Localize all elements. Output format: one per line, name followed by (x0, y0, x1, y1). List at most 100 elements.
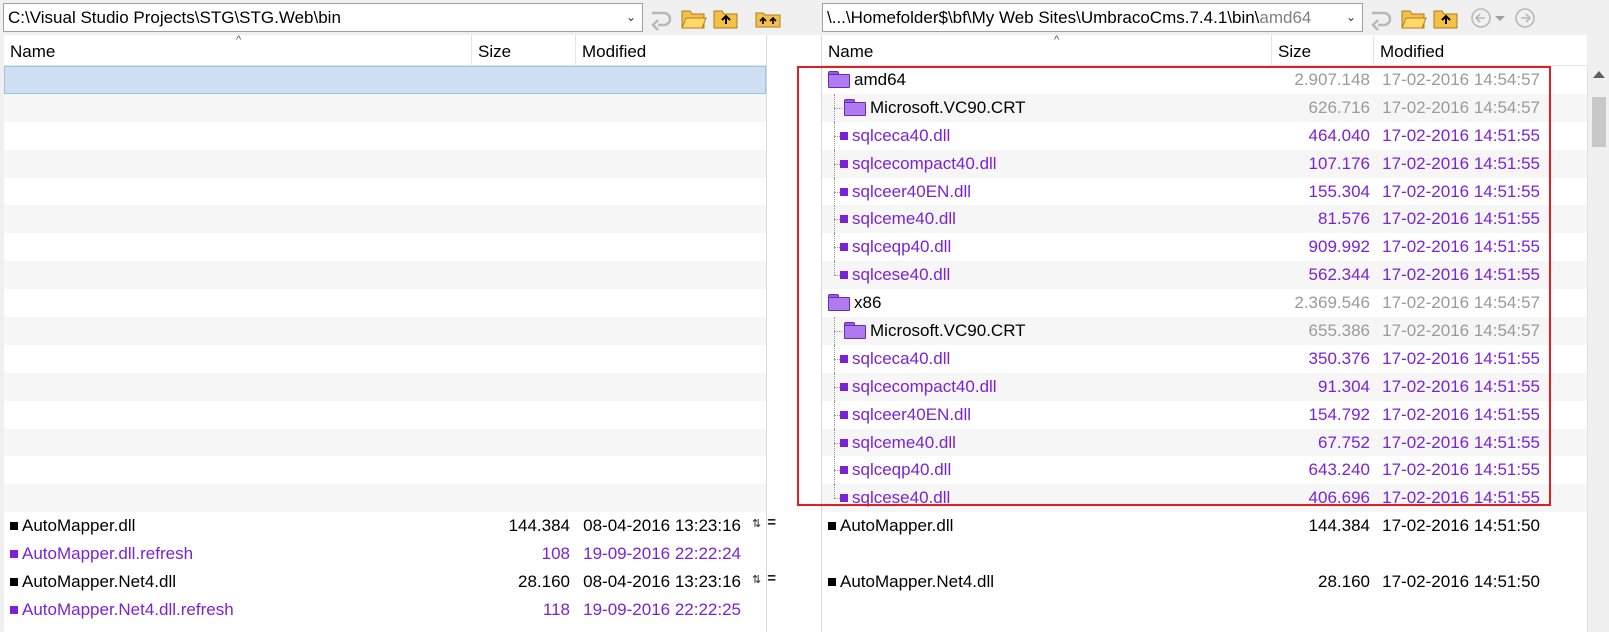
empty-row[interactable] (4, 345, 766, 373)
file-name: sqlceca40.dll (840, 345, 950, 373)
right-col-name[interactable]: Name (822, 35, 1272, 66)
equal-icon: ⇅ = (752, 570, 776, 588)
file-size: 107.176 (1308, 153, 1370, 173)
tree-row[interactable]: sqlceca40.dll 350.376 17-02-2016 14:51:55 (822, 344, 1587, 373)
empty-row[interactable] (4, 372, 766, 401)
tree-row[interactable]: sqlceer40EN.dll 154.792 17-02-2016 14:51:5… (822, 400, 1587, 429)
empty-row[interactable] (4, 484, 766, 513)
file-size: 655.386 (1308, 321, 1370, 341)
empty-row[interactable] (4, 93, 766, 122)
file-size: 154.792 (1308, 404, 1370, 424)
table-row[interactable]: AutoMapper.Net4.dll.refresh 118 19-09-2016… (4, 596, 766, 624)
scroll-thumb[interactable] (1592, 97, 1606, 147)
empty-row[interactable] (4, 317, 766, 345)
empty-row[interactable] (4, 122, 766, 150)
tree-row[interactable]: sqlceme40.dll 67.752 17-02-2016 14:51:55 (822, 428, 1587, 457)
file-name-text: AutoMapper.Net4.dll (22, 572, 177, 592)
tree-row[interactable]: sqlcese40.dll 562.344 17-02-2016 14:51:55 (822, 261, 1587, 290)
file-icon (828, 522, 836, 531)
file-modified: 17-02-2016 14:54:57 (1382, 293, 1540, 313)
left-path-input[interactable]: C:\Visual Studio Projects\STG\STG.Web\bi… (3, 3, 643, 32)
tree-row[interactable]: sqlceqp40.dll 909.992 17-02-2016 14:51:55 (822, 233, 1587, 262)
file-size: 464.040 (1308, 125, 1370, 145)
tree-row[interactable]: amd64 2.907.148 17-02-2016 14:54:57 (822, 66, 1587, 94)
empty-row[interactable] (4, 261, 766, 290)
folder-icon (828, 294, 850, 312)
file-modified: 17-02-2016 14:51:50 (1382, 572, 1540, 592)
selected-empty-row[interactable] (4, 66, 766, 94)
sort-ascending-icon: ^ (236, 35, 242, 46)
right-col-size[interactable]: Size (1272, 35, 1374, 66)
left-col-modified[interactable]: Modified (576, 35, 766, 66)
left-toolbar: C:\Visual Studio Projects\STG\STG.Web\bi… (0, 0, 818, 35)
table-row[interactable] (822, 540, 1587, 568)
tree-row[interactable]: sqlcecompact40.dll 91.304 17-02-2016 14:51… (822, 372, 1587, 401)
file-modified: 17-02-2016 14:51:55 (1382, 460, 1540, 480)
forward-icon[interactable] (1512, 5, 1540, 31)
table-row[interactable]: AutoMapper.dll 144.384 17-02-2016 14:51:50 (822, 512, 1587, 540)
tree-row[interactable]: x86 2.369.546 17-02-2016 14:54:57 (822, 289, 1587, 317)
tree-row[interactable]: Microsoft.VC90.CRT 626.716 17-02-2016 14:5… (822, 93, 1587, 122)
table-row[interactable]: AutoMapper.dll 144.384 08-04-2016 13:23:16 (4, 512, 766, 540)
parent-folder-icon[interactable] (1432, 5, 1460, 31)
tree-row[interactable]: Microsoft.VC90.CRT 655.386 17-02-2016 14:5… (822, 317, 1587, 346)
empty-row[interactable] (4, 428, 766, 457)
empty-row[interactable] (4, 205, 766, 234)
right-path-text: \...\Homefolder$\bf\My Web Sites\Umbraco… (827, 8, 1260, 27)
right-file-pane[interactable]: Name ^ Size Modified amd64 2.907.148 17-02… (822, 35, 1587, 632)
dropdown-icon[interactable] (1492, 5, 1508, 31)
file-name: AutoMapper.Net4.dll.refresh (10, 596, 234, 624)
file-size: 406.696 (1308, 488, 1370, 508)
empty-row[interactable] (4, 401, 766, 429)
tree-row[interactable]: sqlceca40.dll 464.040 17-02-2016 14:51:55 (822, 121, 1587, 150)
file-name: sqlceqp40.dll (840, 456, 951, 484)
file-name-text: sqlceca40.dll (852, 348, 951, 368)
tree-row[interactable]: sqlceme40.dll 81.576 17-02-2016 14:51:55 (822, 205, 1587, 234)
table-row[interactable]: AutoMapper.Net4.dll 28.160 08-04-2016 13:2… (4, 568, 766, 596)
left-path-dropdown-icon[interactable]: ⌄ (622, 4, 640, 31)
left-file-pane[interactable]: Name ^ Size Modified AutoMapper.dll 144.3… (4, 35, 766, 632)
right-col-modified[interactable]: Modified (1374, 35, 1587, 66)
tree-row[interactable]: sqlceqp40.dll 643.240 17-02-2016 14:51:55 (822, 456, 1587, 485)
scroll-up-icon[interactable] (1593, 71, 1605, 78)
sync-arrow-icon[interactable] (1368, 5, 1396, 31)
file-name-text: AutoMapper.dll.refresh (22, 544, 194, 564)
file-modified: 17-02-2016 14:51:50 (1382, 516, 1540, 536)
empty-row[interactable] (4, 289, 766, 317)
file-modified: 17-02-2016 14:51:55 (1382, 181, 1540, 201)
file-size: 909.992 (1308, 237, 1370, 257)
file-name: Microsoft.VC90.CRT (844, 94, 1026, 122)
open-folder-icon[interactable] (680, 5, 708, 31)
table-row[interactable] (822, 596, 1587, 624)
swap-folders-icon[interactable] (754, 5, 782, 31)
table-row[interactable]: AutoMapper.dll.refresh 108 19-09-2016 22:2… (4, 540, 766, 568)
file-modified: 17-02-2016 14:54:57 (1382, 97, 1540, 117)
open-folder-icon[interactable] (1400, 5, 1428, 31)
tree-row[interactable]: sqlceer40EN.dll 155.304 17-02-2016 14:51:5… (822, 177, 1587, 206)
empty-row[interactable] (4, 149, 766, 178)
sync-arrow-icon[interactable] (648, 5, 676, 31)
right-path-current-folder: amd64 (1259, 8, 1312, 27)
file-modified: 08-04-2016 13:23:16 (583, 516, 741, 536)
file-size: 643.240 (1308, 460, 1370, 480)
right-path-input[interactable]: \...\Homefolder$\bf\My Web Sites\Umbraco… (822, 3, 1363, 32)
file-size: 108 (541, 544, 570, 564)
file-size: 67.752 (1318, 432, 1370, 452)
file-name-text: sqlceqp40.dll (852, 237, 952, 257)
tree-guide (834, 107, 842, 109)
empty-row[interactable] (4, 233, 766, 261)
left-col-size[interactable]: Size (472, 35, 576, 66)
tree-row[interactable]: sqlcecompact40.dll 107.176 17-02-2016 14:5… (822, 149, 1587, 178)
parent-folder-icon[interactable] (712, 5, 740, 31)
empty-row[interactable] (4, 456, 766, 484)
table-row[interactable]: AutoMapper.Net4.dll 28.160 17-02-2016 14:5… (822, 568, 1587, 596)
file-icon (840, 215, 848, 224)
file-name-text: Microsoft.VC90.CRT (870, 321, 1026, 341)
file-size: 155.304 (1308, 181, 1370, 201)
file-icon (840, 410, 848, 419)
file-modified: 17-02-2016 14:51:55 (1382, 125, 1540, 145)
right-scrollbar[interactable] (1587, 65, 1609, 632)
tree-row[interactable]: sqlcese40.dll 406.696 17-02-2016 14:51:55 (822, 484, 1587, 513)
empty-row[interactable] (4, 178, 766, 206)
right-path-dropdown-icon[interactable]: ⌄ (1342, 4, 1360, 31)
